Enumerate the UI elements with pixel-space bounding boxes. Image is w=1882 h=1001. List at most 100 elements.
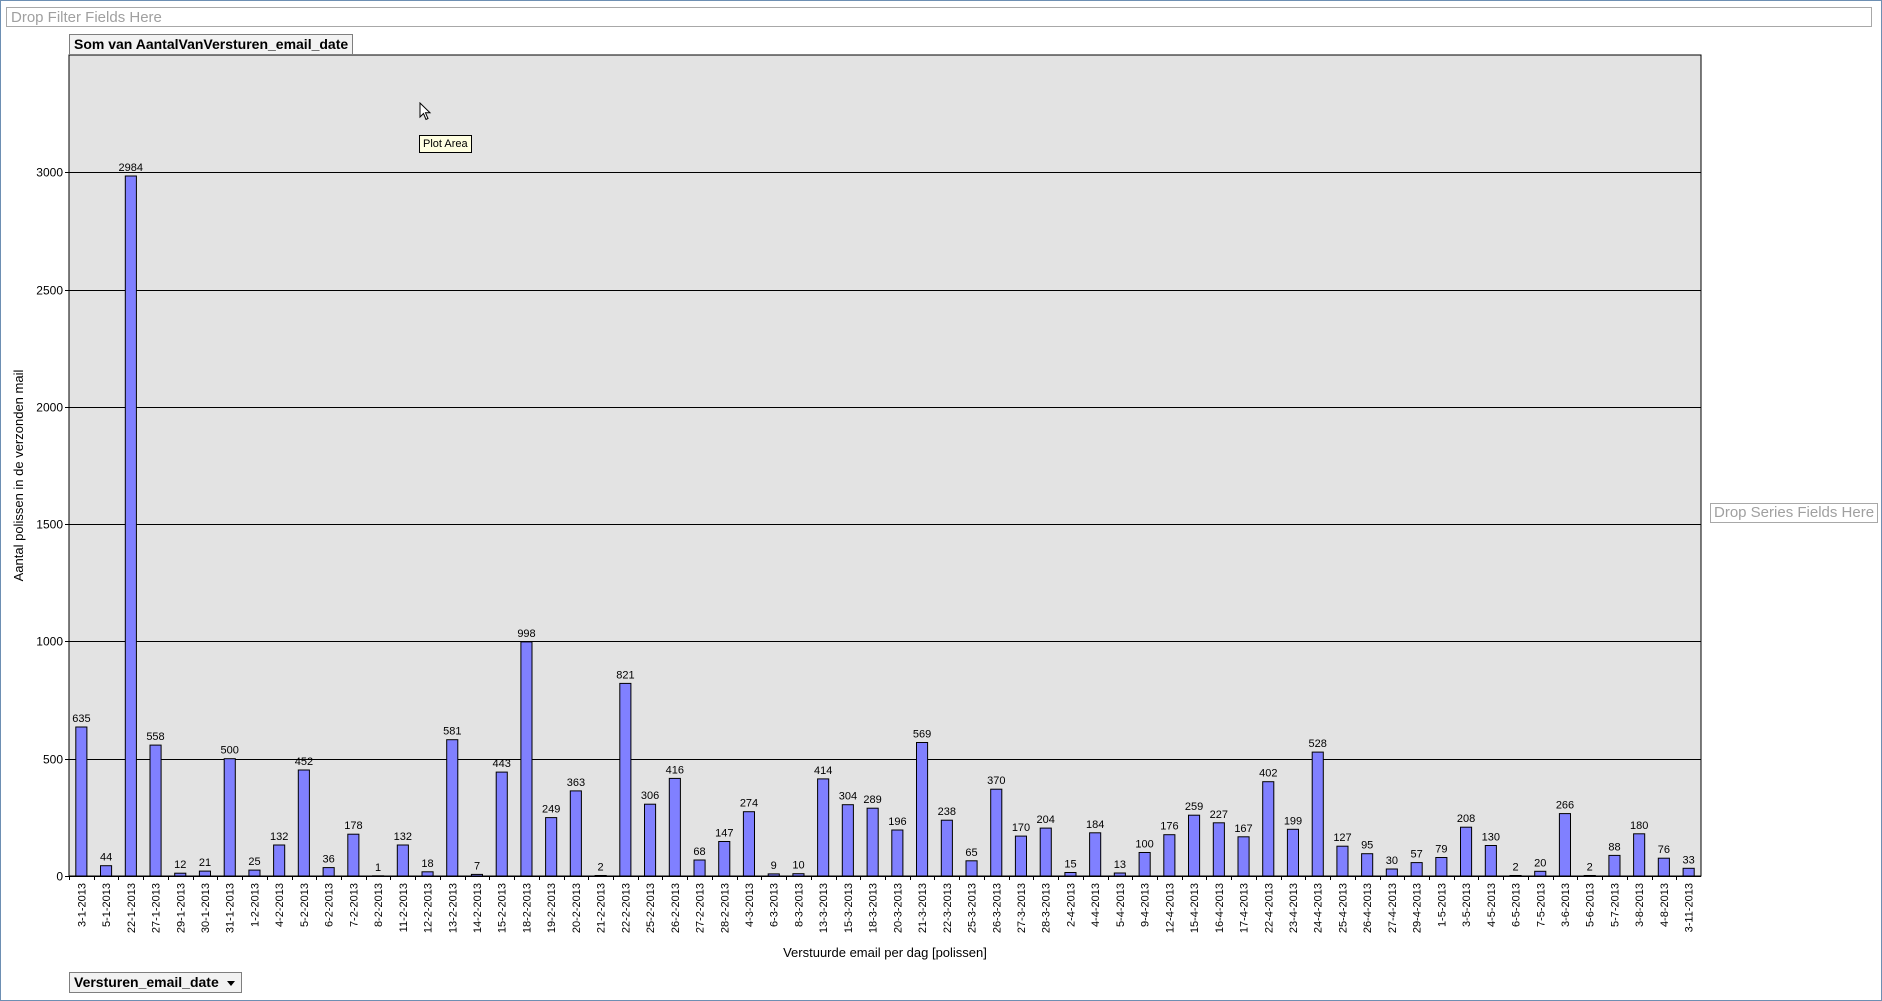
bar[interactable]: [1534, 870, 1547, 877]
bar[interactable]: [742, 811, 756, 877]
bar[interactable]: [520, 641, 533, 877]
bar[interactable]: [1410, 862, 1423, 877]
bar[interactable]: [1113, 872, 1126, 877]
bar[interactable]: [817, 778, 830, 877]
data-label: 238: [938, 806, 956, 818]
x-tick-label: 8-2-2013: [373, 883, 385, 927]
bar[interactable]: [1608, 854, 1621, 877]
bar[interactable]: [1633, 833, 1646, 877]
bar[interactable]: [273, 844, 286, 877]
bar[interactable]: [767, 873, 780, 877]
data-label: 402: [1259, 768, 1277, 780]
bar[interactable]: [347, 833, 360, 877]
dropdown-arrow-icon[interactable]: [226, 981, 235, 986]
bar[interactable]: [198, 870, 211, 877]
x-tick-label: 4-5-2013: [1486, 883, 1498, 927]
bar[interactable]: [372, 875, 385, 877]
bar[interactable]: [297, 769, 310, 877]
x-tick-label: 1-5-2013: [1436, 883, 1448, 927]
data-label: 132: [270, 831, 288, 843]
bar[interactable]: [124, 175, 137, 877]
bar[interactable]: [619, 682, 632, 877]
bar[interactable]: [396, 844, 409, 877]
bar[interactable]: [446, 739, 459, 877]
plot-area[interactable]: [68, 54, 1702, 877]
bar[interactable]: [75, 726, 88, 877]
bar[interactable]: [1286, 828, 1300, 877]
bar[interactable]: [1089, 832, 1102, 877]
y-tick-label: 500: [43, 753, 63, 767]
bar[interactable]: [718, 841, 731, 877]
data-field-button[interactable]: Som van AantalVanVersturen_email_date: [69, 34, 354, 55]
data-label: 132: [394, 831, 412, 843]
bar[interactable]: [149, 744, 162, 877]
y-axis-ticks: 0 500 1000 1500 2000 2500 3000: [36, 166, 69, 884]
bar[interactable]: [1460, 826, 1473, 877]
data-label: 443: [493, 758, 511, 770]
bar[interactable]: [1558, 813, 1572, 877]
bar[interactable]: [668, 777, 681, 877]
data-label: 20: [1534, 857, 1546, 869]
bar[interactable]: [1014, 835, 1028, 877]
bar[interactable]: [1657, 857, 1670, 877]
bar[interactable]: [322, 867, 335, 877]
bar[interactable]: [965, 860, 978, 877]
data-label: 176: [1160, 821, 1178, 833]
bar[interactable]: [1682, 867, 1695, 877]
bar[interactable]: [1138, 852, 1151, 877]
data-label: 178: [344, 820, 362, 832]
data-label: 452: [295, 756, 313, 768]
axis-field-button[interactable]: Versturen_email_date: [69, 972, 242, 993]
bar[interactable]: [644, 803, 657, 877]
bar[interactable]: [1583, 875, 1596, 877]
bar[interactable]: [1336, 845, 1349, 877]
bar[interactable]: [545, 817, 558, 877]
bar[interactable]: [1039, 827, 1052, 877]
data-label: 167: [1234, 823, 1252, 835]
data-label: 1: [375, 862, 381, 874]
bar[interactable]: [1064, 872, 1077, 877]
bar[interactable]: [594, 875, 607, 877]
bar[interactable]: [990, 788, 1003, 877]
bar[interactable]: [891, 829, 904, 877]
bar[interactable]: [1163, 834, 1176, 877]
data-label: 184: [1086, 819, 1104, 831]
bar[interactable]: [1212, 822, 1225, 877]
bar[interactable]: [940, 819, 953, 877]
series-drop-zone[interactable]: Drop Series Fields Here: [1710, 503, 1879, 523]
bar[interactable]: [1262, 781, 1275, 877]
x-tick-label: 25-3-2013: [967, 883, 979, 933]
data-label: 15: [1064, 859, 1076, 871]
x-tick-label: 22-2-2013: [620, 883, 632, 933]
x-tick-label: 5-1-2013: [101, 883, 113, 927]
bar[interactable]: [569, 790, 582, 877]
bar[interactable]: [223, 758, 236, 877]
bar[interactable]: [792, 873, 805, 877]
bar[interactable]: [1385, 868, 1398, 877]
x-tick-label: 15-2-2013: [497, 883, 509, 933]
bar[interactable]: [693, 859, 706, 877]
bar[interactable]: [470, 873, 483, 877]
bar[interactable]: [495, 771, 508, 877]
bar[interactable]: [1509, 875, 1522, 877]
bar[interactable]: [1361, 853, 1374, 877]
bar[interactable]: [866, 807, 879, 877]
bar[interactable]: [1435, 857, 1448, 877]
bar[interactable]: [916, 742, 929, 877]
data-label: 998: [517, 628, 535, 640]
data-label: 36: [322, 854, 334, 866]
bar[interactable]: [100, 865, 113, 877]
bar[interactable]: [1188, 814, 1201, 877]
x-axis-ticks: 3-1-2013 5-1-2013 22-1-2013 27-1-2013 29-1-2…: [69, 876, 1696, 933]
bar[interactable]: [1484, 845, 1497, 877]
bar[interactable]: [248, 869, 261, 877]
bar[interactable]: [1311, 751, 1324, 877]
data-label: 30: [1386, 855, 1398, 867]
x-tick-label: 30-1-2013: [200, 883, 212, 933]
bar[interactable]: [174, 872, 187, 877]
bar[interactable]: [421, 871, 434, 877]
data-label: 304: [839, 791, 857, 803]
bar[interactable]: [841, 804, 854, 877]
bar[interactable]: [1237, 836, 1250, 877]
y-tick-label: 0: [56, 870, 63, 884]
